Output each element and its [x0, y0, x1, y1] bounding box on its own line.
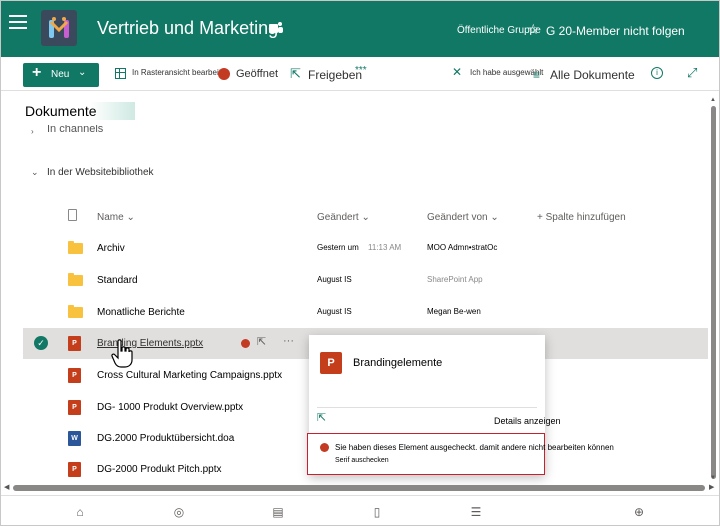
- share-icon[interactable]: ⇱: [257, 335, 266, 348]
- powerpoint-file-icon: P: [68, 400, 81, 415]
- file-name[interactable]: Cross Cultural Marketing Campaigns.pptx: [97, 370, 282, 381]
- chevron-down-icon: ⌄: [78, 67, 87, 78]
- modified-by[interactable]: MOO Admn•stratOc: [427, 243, 497, 252]
- horizontal-scrollbar[interactable]: ◀ ▶: [1, 483, 719, 492]
- news-icon[interactable]: ▤: [271, 505, 285, 519]
- view-details-link[interactable]: Details anzeigen: [494, 416, 561, 426]
- scroll-thumb[interactable]: [711, 106, 716, 479]
- star-icon[interactable]: ☆: [527, 21, 540, 38]
- new-button[interactable]: + Neu ⌄: [23, 63, 99, 87]
- chevron-right-icon[interactable]: ›: [31, 127, 34, 136]
- file-name[interactable]: Standard: [97, 275, 138, 286]
- table-row[interactable]: Monatliche Berichte August IS Megan Be-w…: [23, 297, 708, 328]
- grid-view-icon[interactable]: [115, 68, 126, 79]
- more-icon[interactable]: ···: [283, 335, 294, 347]
- column-header-modified-by[interactable]: Geändert von ⌄: [427, 212, 499, 223]
- follow-button[interactable]: G 20-Member nicht folgen: [546, 24, 685, 38]
- share-button[interactable]: Freigeben: [308, 68, 362, 82]
- app-launcher-icon[interactable]: [9, 15, 27, 31]
- expand-icon[interactable]: ⤢: [687, 65, 697, 81]
- scroll-left-icon[interactable]: ◀: [4, 483, 9, 491]
- open-button[interactable]: Geöffnet: [236, 68, 278, 80]
- scroll-right-icon[interactable]: ▶: [709, 483, 714, 491]
- alert-message: Sie haben dieses Element ausgecheckt. da…: [335, 443, 614, 452]
- sharepoint-window: Vertrieb und Marketing Öffentliche Grupp…: [0, 0, 720, 526]
- document-icon[interactable]: ▯: [370, 505, 384, 519]
- powerpoint-file-icon: P: [68, 368, 81, 383]
- powerpoint-file-icon: P: [68, 462, 81, 477]
- scroll-thumb[interactable]: [13, 485, 705, 491]
- vertical-scrollbar[interactable]: ▲ ▼: [709, 97, 718, 482]
- checked-out-icon: [241, 339, 250, 348]
- home-icon[interactable]: ⌂: [73, 505, 87, 519]
- teams-icon[interactable]: [268, 20, 284, 36]
- view-selector[interactable]: Alle Dokumente: [550, 68, 635, 82]
- checked-out-alert: Sie haben dieses Element ausgecheckt. da…: [307, 433, 614, 475]
- hand-cursor-icon: [111, 339, 133, 368]
- file-name[interactable]: DG- 1000 Produkt Overview.pptx: [97, 402, 243, 413]
- table-row[interactable]: Standard August IS SharePoint App: [23, 265, 708, 296]
- clear-selection-icon[interactable]: ✕: [452, 65, 462, 79]
- folder-icon: [68, 305, 83, 318]
- checkmark-icon[interactable]: ✓: [34, 336, 48, 350]
- folder-icon: [68, 241, 83, 254]
- chevron-down-icon[interactable]: ⌄: [31, 167, 39, 178]
- checkout-icon[interactable]: [218, 68, 230, 80]
- modified-date: August IS: [317, 275, 352, 284]
- site-header: Vertrieb und Marketing Öffentliche Grupp…: [1, 1, 719, 57]
- in-channels-group[interactable]: In channels: [47, 125, 103, 135]
- file-name[interactable]: DG.2000 Produktübersicht.doa: [97, 433, 234, 444]
- list-icon[interactable]: ☰: [469, 505, 483, 519]
- modified-by[interactable]: Megan Be-wen: [427, 307, 481, 316]
- bottom-nav-bar: ⌂ ◎ ▤ ▯ ☰ ⊕: [1, 495, 719, 525]
- file-name[interactable]: Archiv: [97, 243, 125, 254]
- table-row[interactable]: Archiv Gestern um 11:13 AM MOO Admn•stra…: [23, 233, 708, 264]
- share-icon[interactable]: ⇱: [317, 411, 326, 424]
- add-column-button[interactable]: + Spalte hinzufügen: [537, 212, 626, 223]
- scroll-up-icon[interactable]: ▲: [710, 97, 716, 103]
- scroll-down-icon[interactable]: ▼: [710, 475, 716, 481]
- share-icon[interactable]: ⇱: [290, 66, 301, 82]
- file-name[interactable]: DG-2000 Produkt Pitch.pptx: [97, 464, 222, 475]
- plus-icon: +: [32, 64, 42, 81]
- view-switch-icon[interactable]: ≡: [533, 68, 540, 82]
- file-name[interactable]: Monatliche Berichte: [97, 307, 185, 318]
- modified-by[interactable]: SharePoint App: [427, 275, 483, 284]
- more-icon[interactable]: ***: [355, 65, 367, 76]
- powerpoint-file-icon: P: [320, 352, 342, 374]
- modified-date: Gestern um: [317, 243, 359, 252]
- powerpoint-file-icon: P: [68, 336, 81, 351]
- hover-card-title[interactable]: Brandingelemente: [353, 357, 442, 369]
- new-button-label: Neu: [51, 69, 70, 80]
- add-icon[interactable]: ⊕: [632, 505, 646, 519]
- site-title[interactable]: Vertrieb und Marketing: [97, 18, 278, 39]
- folder-icon: [68, 273, 83, 286]
- site-logo[interactable]: [41, 10, 77, 46]
- discard-checkout-link[interactable]: Serif auschecken: [335, 457, 389, 464]
- word-file-icon: W: [68, 431, 81, 446]
- column-header-name[interactable]: Name ⌄: [97, 212, 135, 223]
- modified-time: 11:13 AM: [368, 243, 402, 252]
- globe-icon[interactable]: ◎: [172, 505, 186, 519]
- library-title[interactable]: Dokumente: [23, 102, 135, 120]
- divider: [317, 407, 537, 408]
- column-header-modified[interactable]: Geändert ⌄: [317, 212, 370, 223]
- site-library-group[interactable]: In der Websitebibliothek: [47, 167, 154, 178]
- info-icon[interactable]: i: [651, 67, 663, 79]
- modified-date: August IS: [317, 307, 352, 316]
- grid-view-button[interactable]: In Rasteransicht bearbeiten: [132, 68, 230, 77]
- file-type-column-icon[interactable]: [68, 209, 77, 221]
- checked-out-icon: [320, 443, 329, 452]
